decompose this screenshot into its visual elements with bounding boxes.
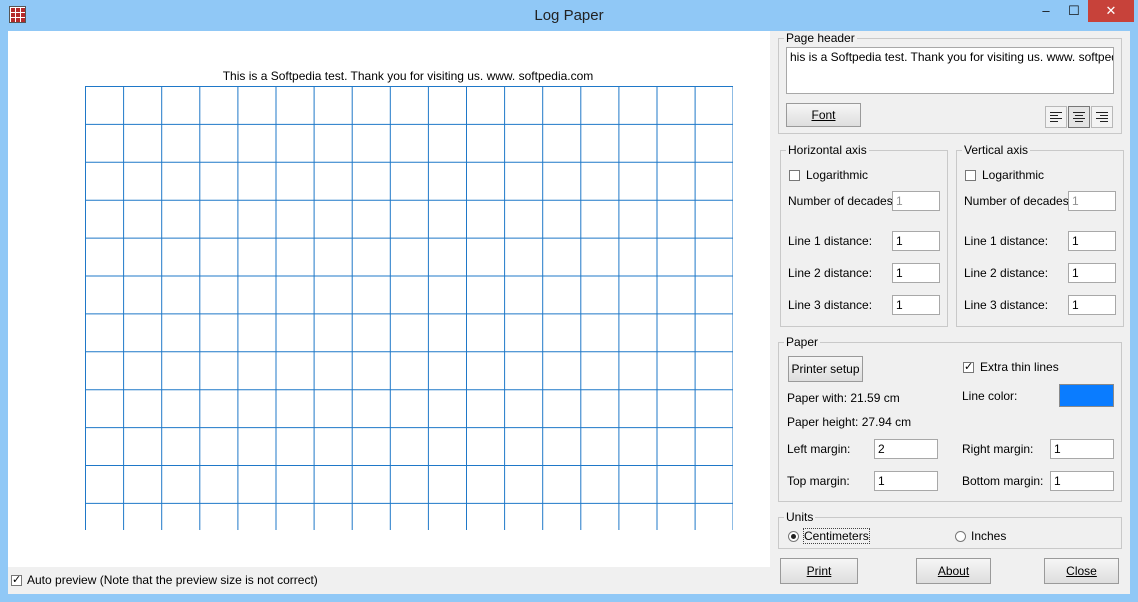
horizontal-line3-field[interactable]: 1	[892, 295, 940, 315]
page-header-group-title: Page header	[784, 31, 857, 45]
vertical-line3-label: Line 3 distance:	[964, 298, 1049, 312]
vertical-line2-label: Line 2 distance:	[964, 266, 1049, 280]
right-margin-label: Right margin:	[962, 442, 1034, 456]
vertical-line2-field[interactable]: 1	[1068, 263, 1116, 283]
preview-header-text: This is a Softpedia test. Thank you for …	[222, 69, 594, 83]
top-margin-label: Top margin:	[787, 474, 850, 488]
about-button[interactable]: About	[916, 558, 991, 584]
minimize-button[interactable]: –	[1032, 0, 1060, 22]
horizontal-axis-group-title: Horizontal axis	[786, 143, 869, 157]
left-margin-field[interactable]: 2	[874, 439, 938, 459]
font-button[interactable]: Font	[786, 103, 861, 127]
vertical-decades-field[interactable]: 1	[1068, 191, 1116, 211]
window-title: Log Paper	[534, 7, 604, 24]
align-center-icon	[1073, 112, 1085, 122]
close-button[interactable]: Close	[1044, 558, 1119, 584]
close-icon: ✕	[1105, 3, 1117, 18]
close-button-label: Close	[1066, 564, 1097, 578]
centimeters-label: Centimeters	[803, 528, 870, 544]
extra-thin-lines-checkbox[interactable]: ✓	[963, 362, 974, 373]
align-left-button[interactable]	[1045, 106, 1067, 128]
auto-preview-checkbox[interactable]: ✓	[11, 575, 22, 586]
paper-group-title: Paper	[784, 335, 821, 349]
vertical-decades-label: Number of decades:	[964, 194, 1073, 208]
printer-setup-button[interactable]: Printer setup	[788, 356, 863, 382]
align-right-icon	[1096, 112, 1108, 122]
horizontal-line1-label: Line 1 distance:	[788, 234, 873, 248]
vertical-line1-field[interactable]: 1	[1068, 231, 1116, 251]
maximize-icon: ☐	[1068, 3, 1080, 18]
horizontal-logarithmic-checkbox[interactable]	[789, 170, 800, 181]
line-color-swatch[interactable]	[1059, 384, 1114, 407]
right-margin-field[interactable]: 1	[1050, 439, 1114, 459]
close-window-button[interactable]: ✕	[1088, 0, 1134, 22]
extra-thin-lines-label: Extra thin lines	[980, 360, 1059, 374]
centimeters-radio[interactable]	[788, 531, 799, 542]
units-group-title: Units	[784, 510, 816, 524]
horizontal-decades-field[interactable]: 1	[892, 191, 940, 211]
align-left-icon	[1050, 112, 1062, 122]
horizontal-logarithmic-label: Logarithmic	[806, 168, 869, 182]
font-button-label: Font	[811, 108, 836, 122]
log-paper-grid	[85, 86, 733, 530]
align-right-button[interactable]	[1091, 106, 1113, 128]
vertical-line1-label: Line 1 distance:	[964, 234, 1049, 248]
auto-preview-label: Auto preview (Note that the preview size…	[27, 573, 318, 587]
vertical-logarithmic-label: Logarithmic	[982, 168, 1045, 182]
left-margin-label: Left margin:	[787, 442, 851, 456]
horizontal-decades-label: Number of decades:	[788, 194, 897, 208]
inches-radio[interactable]	[955, 531, 966, 542]
inches-label: Inches	[971, 529, 1007, 543]
horizontal-line1-field[interactable]: 1	[892, 231, 940, 251]
vertical-logarithmic-checkbox[interactable]	[965, 170, 976, 181]
print-button[interactable]: Print	[780, 558, 858, 584]
vertical-axis-group-title: Vertical axis	[962, 143, 1031, 157]
minimize-icon: –	[1042, 3, 1050, 18]
horizontal-line2-field[interactable]: 1	[892, 263, 940, 283]
checkmark-icon: ✓	[964, 361, 974, 373]
horizontal-line2-label: Line 2 distance:	[788, 266, 873, 280]
align-center-button[interactable]	[1068, 106, 1090, 128]
paper-width-text: Paper with: 21.59 cm	[787, 391, 900, 405]
top-margin-field[interactable]: 1	[874, 471, 938, 491]
line-color-label: Line color:	[962, 389, 1018, 403]
checkmark-icon: ✓	[12, 574, 22, 586]
print-button-label: Print	[806, 564, 832, 578]
paper-height-text: Paper height: 27.94 cm	[787, 415, 912, 429]
radio-selected-dot	[791, 534, 796, 539]
bottom-margin-label: Bottom margin:	[962, 474, 1044, 488]
vertical-line3-field[interactable]: 1	[1068, 295, 1116, 315]
maximize-button[interactable]: ☐	[1060, 0, 1088, 22]
about-button-label: About	[937, 564, 970, 578]
bottom-margin-field[interactable]: 1	[1050, 471, 1114, 491]
page-header-text-field[interactable]: his is a Softpedia test. Thank you for v…	[786, 47, 1114, 94]
horizontal-line3-label: Line 3 distance:	[788, 298, 873, 312]
